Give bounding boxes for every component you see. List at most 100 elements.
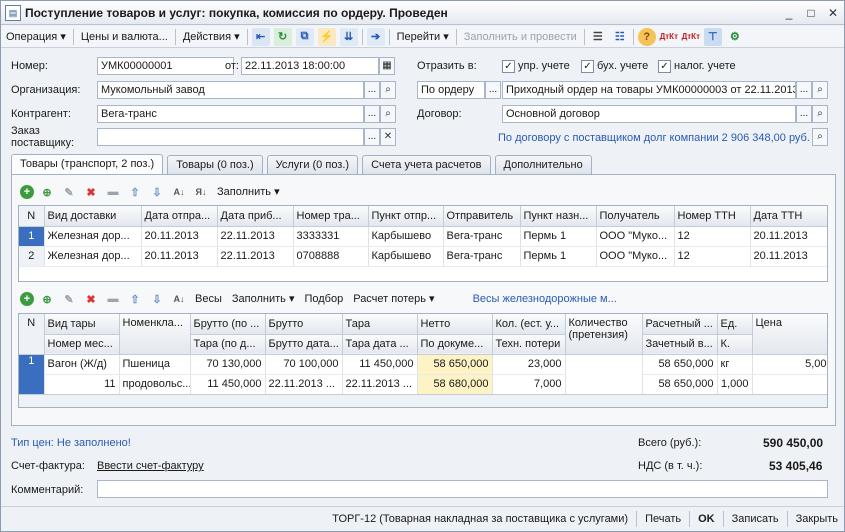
cell[interactable] <box>752 374 827 395</box>
cell[interactable]: Карбышево <box>368 246 444 267</box>
operation-menu[interactable]: Операция ▾ <box>1 27 71 47</box>
cell[interactable]: 58 650,000 <box>642 374 718 395</box>
col-brutto-doc[interactable]: Брутто (по ... <box>190 314 266 335</box>
dt-kt-n-icon[interactable]: ДтКт <box>682 28 700 46</box>
cell[interactable]: 12 <box>674 246 751 267</box>
acc-checkbox[interactable]: ✓ <box>581 60 594 73</box>
cell[interactable]: 5,00 <box>752 354 827 375</box>
order-type-select-button[interactable]: ... <box>485 81 501 99</box>
table-row[interactable]: 11 продовольс... 11 450,000 22.11.2013 .… <box>19 374 827 395</box>
contractor-search-icon[interactable]: ⌕ <box>380 105 396 123</box>
col-n[interactable]: N <box>19 206 45 227</box>
contract-field[interactable]: Основной договор <box>502 105 796 123</box>
tax-checkbox[interactable]: ✓ <box>658 60 671 73</box>
grid1-fill-menu[interactable]: Заполнить ▾ <box>212 182 285 202</box>
table-row[interactable]: 2 Железная дор... 20.11.2013 22.11.2013 … <box>19 246 827 267</box>
torg12-print-button[interactable]: ТОРГ-12 (Товарная накладная за поставщик… <box>326 513 634 525</box>
order-type-field[interactable]: По ордеру <box>417 81 485 99</box>
cell[interactable]: Карбышево <box>368 226 444 247</box>
cell[interactable]: 1 <box>19 354 45 395</box>
table-row[interactable]: 1 Вагон (Ж/д) Пшеница 70 130,000 70 100,… <box>19 354 827 395</box>
col-delivery[interactable]: Вид доставки <box>44 206 142 227</box>
col-brutto-date[interactable]: Брутто дата... <box>265 334 343 355</box>
col-sender[interactable]: Отправитель <box>443 206 521 227</box>
tab-additional[interactable]: Дополнительно <box>494 155 592 174</box>
edit-icon[interactable]: ✎ <box>60 290 78 308</box>
cell[interactable]: Пермь 1 <box>520 226 597 247</box>
cell[interactable]: Пшеница <box>119 354 191 375</box>
col-tech-loss[interactable]: Техн. потери <box>492 334 566 355</box>
loss-calc-menu[interactable]: Расчет потерь ▾ <box>348 289 439 309</box>
supplier-order-field[interactable] <box>97 128 364 146</box>
close-form-button[interactable]: Закрыть <box>790 513 844 525</box>
sort-desc-icon[interactable]: Я↓ <box>192 183 210 201</box>
cell[interactable]: 0708888 <box>293 246 369 267</box>
end-edit-icon[interactable]: ▬ <box>104 183 122 201</box>
col-credit-weight[interactable]: Зачетный в... <box>642 334 718 355</box>
debt-link[interactable]: По договору с поставщиком долг компании … <box>498 132 810 144</box>
move-up-icon[interactable]: ⇧ <box>126 183 144 201</box>
unpost-icon[interactable]: ⇊ <box>339 27 358 46</box>
cell[interactable]: 20.11.2013 <box>750 226 827 247</box>
copy-row-icon[interactable]: ⊕ <box>38 183 56 201</box>
end-edit-icon[interactable]: ▬ <box>104 290 122 308</box>
grid2-fill-menu[interactable]: Заполнить ▾ <box>227 289 300 309</box>
refresh-icon[interactable]: ↻ <box>273 27 292 46</box>
save-button[interactable]: Записать <box>726 513 785 525</box>
col-ttn-date[interactable]: Дата ТТН <box>750 206 827 227</box>
copy-icon[interactable]: ⧉ <box>295 27 314 46</box>
delete-icon[interactable]: ✖ <box>82 290 100 308</box>
move-down-icon[interactable]: ⇩ <box>148 290 166 308</box>
col-natural-qty[interactable]: Кол. (ест. у... <box>492 314 566 335</box>
print-button[interactable]: Печать <box>639 513 687 525</box>
list-icon[interactable]: ⇤ <box>251 27 270 46</box>
settings-icon[interactable]: ⚙ <box>726 28 744 46</box>
move-down-icon[interactable]: ⇩ <box>148 183 166 201</box>
cell[interactable]: 3333331 <box>293 226 369 247</box>
col-place-no[interactable]: Номер мес... <box>44 334 120 355</box>
col-tara-type[interactable]: Вид тары <box>44 314 120 335</box>
org-select-button[interactable]: ... <box>364 81 380 99</box>
contract-search-icon[interactable]: ⌕ <box>812 105 828 123</box>
cell[interactable]: 12 <box>674 226 751 247</box>
cell[interactable]: 58 680,000 <box>417 374 493 395</box>
based-on-icon[interactable]: ➔ <box>366 27 385 46</box>
price-type-link[interactable]: Тип цен: Не заполнено! <box>11 437 131 449</box>
cell[interactable]: 11 <box>44 374 120 395</box>
org-field[interactable]: Мукомольный завод <box>97 81 364 99</box>
cell[interactable]: 2 <box>19 246 45 267</box>
cell[interactable]: продовольс... <box>119 374 191 395</box>
col-ship-date[interactable]: Дата отпра... <box>141 206 218 227</box>
add-icon[interactable]: + <box>20 185 34 199</box>
ok-button[interactable]: OK <box>692 513 721 525</box>
col-ship-point[interactable]: Пункт отпр... <box>368 206 444 227</box>
col-tara-date[interactable]: Тара дата ... <box>342 334 418 355</box>
tab-goods[interactable]: Товары (0 поз.) <box>167 155 263 174</box>
cell[interactable]: 58 650,000 <box>417 354 493 375</box>
cell[interactable]: 70 130,000 <box>190 354 266 375</box>
col-netto-doc[interactable]: По докуме... <box>417 334 493 355</box>
cell[interactable]: 1 <box>19 226 45 247</box>
cell[interactable]: Железная дор... <box>44 226 142 247</box>
cell[interactable]: 11 450,000 <box>190 374 266 395</box>
tab-services[interactable]: Услуги (0 поз.) <box>266 155 359 174</box>
cell[interactable] <box>565 354 643 395</box>
col-arrival-date[interactable]: Дата приб... <box>217 206 294 227</box>
cell[interactable]: Вега-транс <box>443 226 521 247</box>
structure-tree-icon[interactable]: ⊤ <box>703 27 722 46</box>
col-tara[interactable]: Тара <box>342 314 418 335</box>
number-field[interactable]: УМК00000001 <box>97 57 234 75</box>
cell[interactable]: 22.11.2013 ... <box>342 374 418 395</box>
cell[interactable]: 23,000 <box>492 354 566 375</box>
comment-field[interactable] <box>97 480 828 498</box>
cell[interactable]: Вега-транс <box>443 246 521 267</box>
add-icon[interactable]: + <box>20 292 34 306</box>
col-netto[interactable]: Нетто <box>417 314 493 335</box>
cell[interactable]: 22.11.2013 <box>217 226 294 247</box>
help-icon[interactable]: ? <box>637 27 656 46</box>
cell[interactable]: 20.11.2013 <box>750 246 827 267</box>
sort-asc-icon[interactable]: A↓ <box>170 290 188 308</box>
order-doc-field[interactable]: Приходный ордер на товары УМК00000003 от… <box>502 81 796 99</box>
cell[interactable]: 22.11.2013 ... <box>265 374 343 395</box>
select-button[interactable]: Подбор <box>299 289 348 309</box>
